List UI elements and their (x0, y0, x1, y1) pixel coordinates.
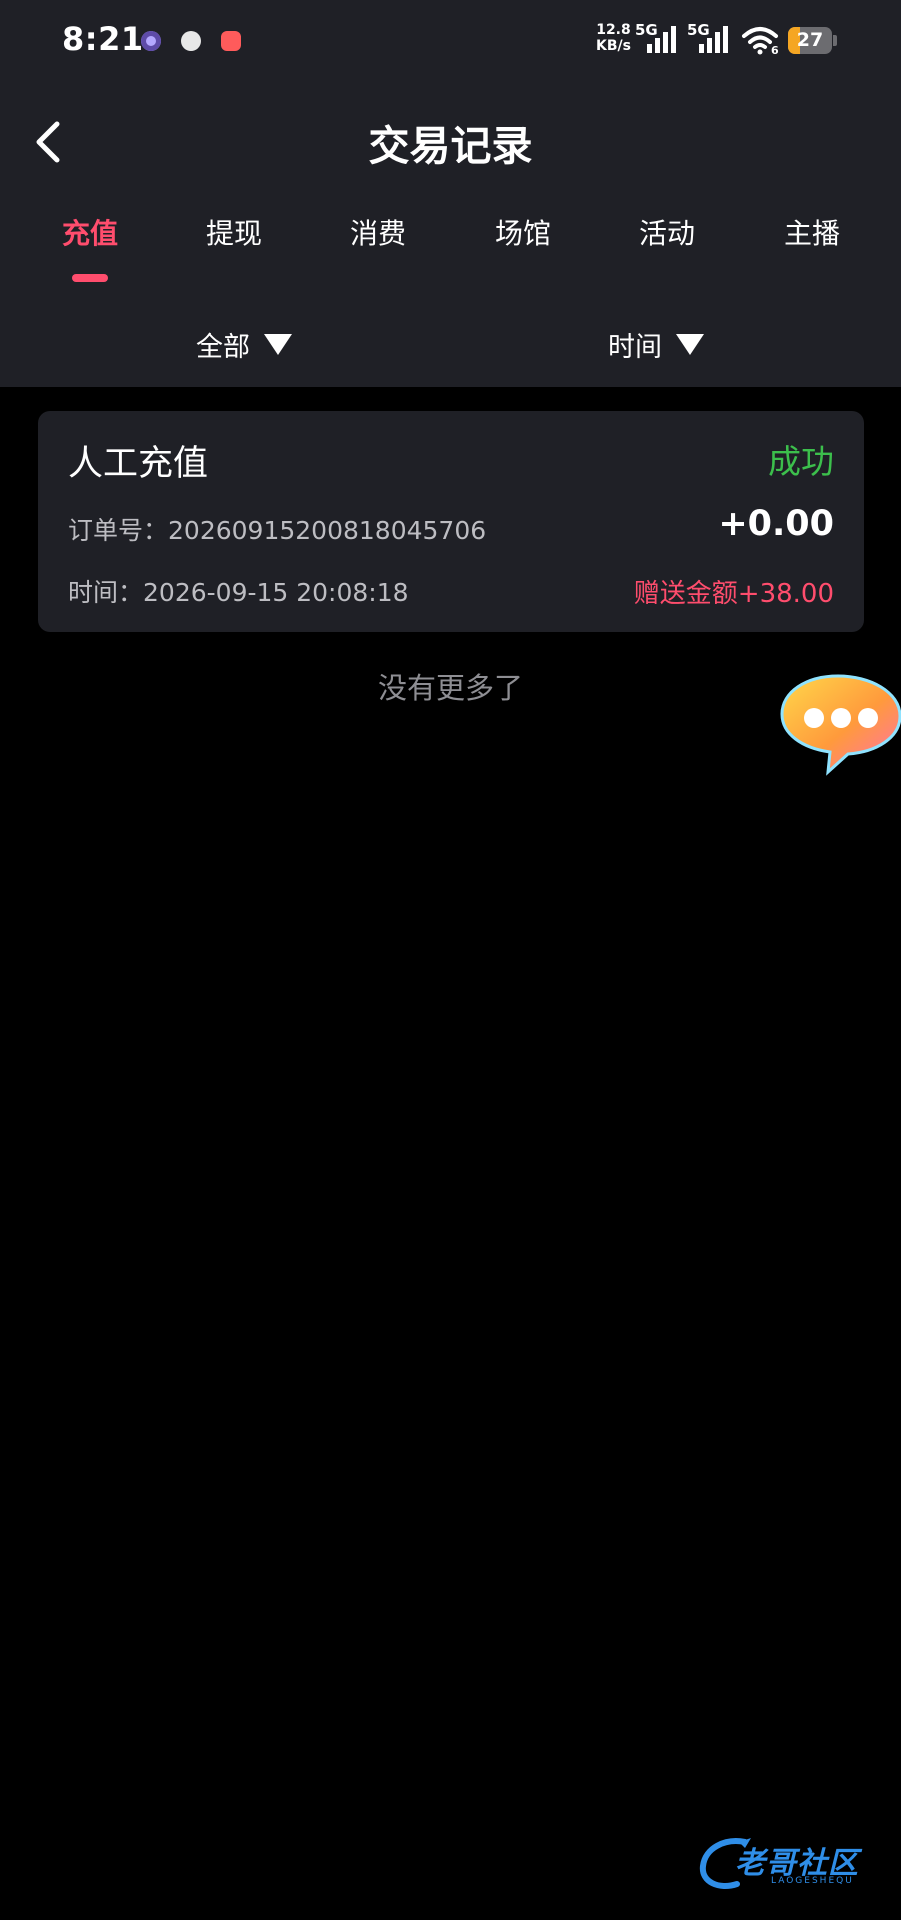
type-filter-label: 全部 (196, 331, 250, 363)
triangle-down-icon (264, 333, 292, 355)
page-title: 交易记录 (368, 122, 533, 170)
record-time: 时间：2026-09-15 20:08:18 (68, 573, 409, 609)
bird-icon (181, 31, 201, 51)
tab-recharge[interactable]: 充值 (30, 212, 150, 252)
signal-icon (647, 26, 676, 53)
battery-level: 27 (796, 29, 824, 51)
time-label: 时间： (68, 578, 144, 607)
record-bonus: 赠送金额+38.00 (633, 579, 834, 609)
status-time: 8:21 (62, 20, 144, 58)
tab-activity[interactable]: 活动 (607, 212, 727, 252)
record-amount: +0.00 (718, 504, 834, 544)
wifi-sub-label: 6 (771, 44, 779, 57)
signal-icon-2 (699, 26, 728, 53)
battery-icon: 27 (788, 27, 832, 54)
status-bar: 8:21 12.8 KB/s 5G 5G 6 27 (0, 0, 901, 84)
red-app-icon (221, 31, 241, 51)
order-label: 订单号： (68, 516, 169, 545)
record-order-number: 订单号：20260915200818045706 (68, 511, 486, 547)
tab-active-indicator (72, 274, 108, 282)
record-type: 人工充值 (68, 444, 209, 484)
record-status: 成功 (768, 442, 834, 481)
network-speed: 12.8 KB/s (596, 22, 631, 54)
network-speed-value: 12.8 (596, 22, 631, 38)
time-value: 2026-09-15 20:08:18 (143, 578, 409, 607)
tab-anchor[interactable]: 主播 (752, 212, 872, 252)
watermark-logo: 老哥社区 LAOGESHEQU (695, 1836, 895, 1896)
tab-consume[interactable]: 消费 (318, 212, 438, 252)
type-filter-dropdown[interactable]: 全部 (196, 324, 292, 364)
network-speed-unit: KB/s (596, 38, 631, 54)
time-filter-dropdown[interactable]: 时间 (608, 324, 704, 364)
tab-withdraw[interactable]: 提现 (174, 212, 294, 252)
order-value: 20260915200818045706 (168, 516, 487, 545)
floating-chat-button[interactable] (778, 672, 901, 776)
tab-bar: 充值 提现 消费 场馆 活动 主播 (0, 212, 901, 282)
chat-bubble-icon (780, 674, 901, 776)
triangle-down-icon (676, 333, 704, 355)
list-end-text: 没有更多了 (377, 671, 523, 705)
battery-tip (833, 35, 837, 46)
tab-venue[interactable]: 场馆 (463, 212, 583, 252)
watermark-subtext: LAOGESHEQU (771, 1876, 854, 1886)
record-card[interactable]: 人工充值 成功 订单号：20260915200818045706 +0.00 时… (38, 411, 864, 632)
browser-icon (141, 31, 161, 51)
time-filter-label: 时间 (608, 331, 662, 363)
